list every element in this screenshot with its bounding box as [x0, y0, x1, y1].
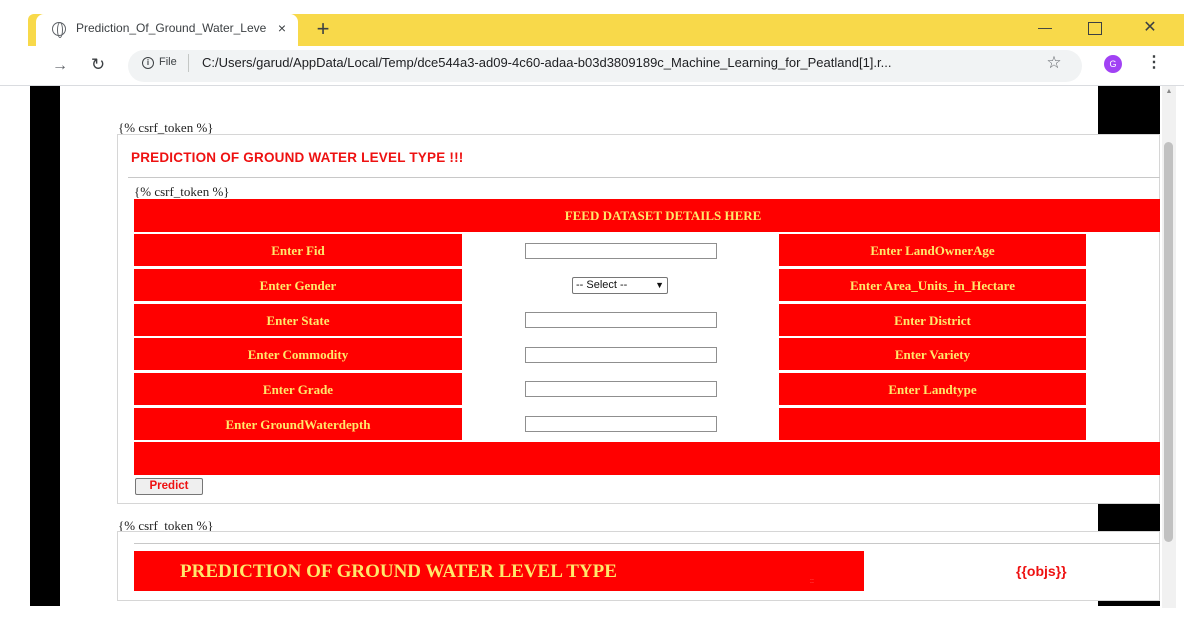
field-label-groundwaterdepth: Enter GroundWaterdepth: [134, 408, 462, 440]
chevron-down-icon: ▼: [655, 280, 664, 290]
gender-select[interactable]: -- Select -- ▼: [572, 277, 668, 294]
field-label-landtype: Enter Landtype: [779, 373, 1086, 405]
form-header-text: FEED DATASET DETAILS HERE: [564, 208, 762, 223]
bookmark-star-icon[interactable]: ☆: [1044, 53, 1064, 73]
kebab-menu-icon[interactable]: ⋮: [1146, 53, 1162, 73]
minimize-icon[interactable]: —: [1034, 20, 1056, 34]
field-label-area: Enter Area_Units_in_Hectare: [779, 269, 1086, 301]
predict-button[interactable]: Predict: [135, 478, 203, 495]
fid-input[interactable]: [525, 243, 717, 259]
left-black-bar: [30, 86, 60, 606]
field-label-district: Enter District: [779, 304, 1086, 336]
result-divider: [134, 543, 1160, 544]
groundwaterdepth-input[interactable]: [525, 416, 717, 432]
window-close-icon[interactable]: ✕: [1140, 18, 1160, 38]
empty-cell: [779, 408, 1086, 440]
field-label-text: Enter GroundWaterdepth: [225, 417, 371, 432]
gender-select-value: -- Select --: [576, 279, 628, 291]
field-label-variety: Enter Variety: [779, 338, 1086, 370]
field-label-text: Enter Grade: [262, 382, 334, 397]
field-label-landownerage: Enter LandOwnerAge: [779, 234, 1086, 266]
scroll-up-arrow-icon[interactable]: ▲: [1163, 87, 1175, 97]
field-label-text: Enter LandOwnerAge: [870, 243, 995, 258]
forward-arrow-icon[interactable]: →: [50, 56, 70, 76]
field-label-text: Enter Fid: [271, 243, 325, 258]
tab-strip-edge: [28, 25, 34, 39]
field-label-text: Enter District: [894, 313, 971, 328]
csrf-token-text: {% csrf_token %}: [134, 184, 230, 199]
grade-input[interactable]: [525, 381, 717, 397]
field-label-text: Enter Variety: [894, 347, 971, 362]
result-label: PREDICTION OF GROUND WATER LEVEL TYPE: [180, 561, 617, 582]
info-icon[interactable]: i: [142, 57, 154, 69]
commodity-input[interactable]: [525, 347, 717, 363]
tab-title[interactable]: Prediction_Of_Ground_Water_Level: [76, 21, 266, 35]
url-separator: [188, 54, 189, 72]
result-label-box: PREDICTION OF GROUND WATER LEVEL TYPE: [134, 551, 864, 591]
state-input[interactable]: [525, 312, 717, 328]
field-label-gender: Enter Gender: [134, 269, 462, 301]
globe-icon: [52, 22, 66, 38]
result-separator: ::: [810, 578, 814, 585]
field-label-text: Enter Gender: [259, 278, 337, 293]
field-label-text: Enter Commodity: [247, 347, 349, 362]
result-value: {{objs}}: [1016, 563, 1067, 579]
field-label-grade: Enter Grade: [134, 373, 462, 405]
form-header: FEED DATASET DETAILS HERE: [134, 199, 1160, 232]
url-text[interactable]: C:/Users/garud/AppData/Local/Temp/dce544…: [202, 55, 1036, 70]
field-label-commodity: Enter Commodity: [134, 338, 462, 370]
tab-close-icon[interactable]: ×: [272, 18, 292, 38]
new-tab-icon[interactable]: +: [312, 18, 334, 40]
field-label-text: Enter Area_Units_in_Hectare: [849, 278, 1015, 293]
profile-avatar[interactable]: G: [1104, 55, 1122, 73]
title-divider: [128, 177, 1160, 178]
field-label-state: Enter State: [134, 304, 462, 336]
maximize-icon[interactable]: [1088, 22, 1102, 35]
page-title: PREDICTION OF GROUND WATER LEVEL TYPE !!…: [131, 150, 464, 165]
field-label-fid: Enter Fid: [134, 234, 462, 266]
field-label-text: Enter State: [266, 313, 330, 328]
field-label-text: Enter Landtype: [888, 382, 977, 397]
url-scheme: File: [159, 56, 177, 68]
form-footer: [134, 442, 1160, 475]
reload-icon[interactable]: ↻: [88, 55, 108, 75]
scrollbar-thumb[interactable]: [1164, 142, 1173, 542]
